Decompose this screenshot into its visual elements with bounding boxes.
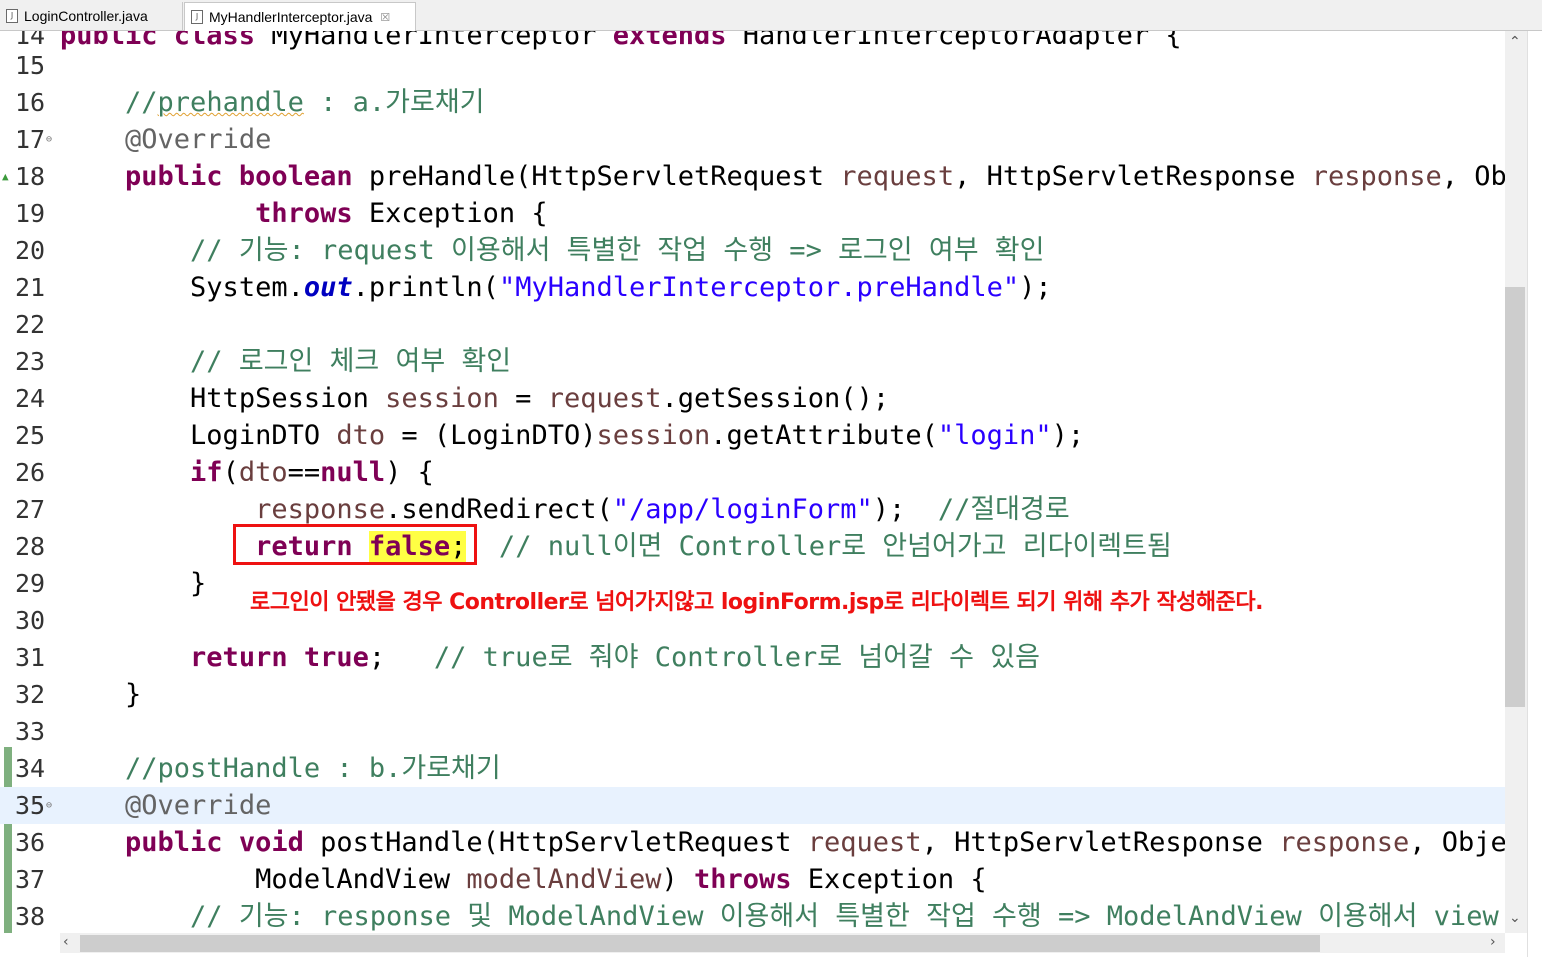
java-file-icon: J bbox=[6, 9, 18, 24]
code-line-24: 24 HttpSession session = request.getSess… bbox=[0, 380, 1505, 417]
fold-collapse-icon[interactable]: ⊖ bbox=[46, 787, 52, 824]
code-line-34: 34 //postHandle : b.가로채기 bbox=[0, 750, 1505, 787]
code-line-16: 16 //prehandle : a.가로채기 bbox=[0, 84, 1505, 121]
code-text: System.out.println("MyHandlerInterceptor… bbox=[190, 272, 1052, 303]
line-number: 37 bbox=[15, 865, 46, 894]
scroll-right-icon[interactable]: › bbox=[1490, 934, 1496, 950]
line-number: 30 bbox=[15, 606, 46, 635]
line-number: 36 bbox=[15, 828, 46, 857]
code-line-15: 15 bbox=[0, 47, 1505, 84]
code-text: public boolean preHandle(HttpServletRequ… bbox=[125, 161, 1505, 192]
line-number: 18 bbox=[15, 162, 46, 191]
code-line-38: 38 // 기능: response 및 ModelAndView 이용해서 특… bbox=[0, 898, 1505, 933]
tab-login-controller[interactable]: J LoginController.java bbox=[0, 2, 183, 30]
vertical-scroll-thumb[interactable] bbox=[1505, 287, 1525, 707]
code-text: LoginDTO dto = (LoginDTO)session.getAttr… bbox=[190, 420, 1085, 451]
code-annotation: @Override bbox=[125, 124, 272, 155]
editor-tab-bar: J LoginController.java J MyHandlerIntercep… bbox=[0, 0, 1542, 31]
code-text: ModelAndView modelAndView) throws Except… bbox=[255, 864, 987, 895]
code-editor[interactable]: 14 public class MyHandlerInterceptor ext… bbox=[0, 31, 1505, 933]
code-line-20: 20 // 기능: request 이용해서 특별한 작업 수행 => 로그인 … bbox=[0, 232, 1505, 269]
code-comment: // 기능: request 이용해서 특별한 작업 수행 => 로그인 여부 … bbox=[190, 235, 1045, 266]
scroll-up-icon[interactable]: ⌃ bbox=[1509, 34, 1521, 50]
line-number: 20 bbox=[15, 236, 46, 265]
code-line-37: 37 ModelAndView modelAndView) throws Exc… bbox=[0, 861, 1505, 898]
code-line-33: 33 bbox=[0, 713, 1505, 750]
line-number: 24 bbox=[15, 384, 46, 413]
line-number: 15 bbox=[15, 51, 46, 80]
code-line-18: ▲ 18 public boolean preHandle(HttpServle… bbox=[0, 158, 1505, 195]
code-comment: // 기능: response 및 ModelAndView 이용해서 특별한 … bbox=[190, 901, 1505, 932]
code-text: return false; // null이면 Controller로 안넘어가… bbox=[255, 531, 1172, 562]
code-line-23: 23 // 로그인 체크 여부 확인 bbox=[0, 343, 1505, 380]
java-file-icon: J bbox=[191, 10, 203, 25]
code-line-27: 27 response.sendRedirect("/app/loginForm… bbox=[0, 491, 1505, 528]
code-text: } bbox=[190, 568, 207, 599]
code-line-26: 26 if(dto==null) { bbox=[0, 454, 1505, 491]
code-line-22: 22 bbox=[0, 306, 1505, 343]
line-number: 19 bbox=[15, 199, 46, 228]
line-number: 34 bbox=[15, 754, 46, 783]
code-text: public void postHandle(HttpServletReques… bbox=[125, 827, 1505, 858]
code-text: HttpSession session = request.getSession… bbox=[190, 383, 890, 414]
code-line-21: 21 System.out.println("MyHandlerIntercep… bbox=[0, 269, 1505, 306]
line-number: 33 bbox=[15, 717, 46, 746]
highlight-box bbox=[233, 524, 477, 565]
line-number: 17 bbox=[15, 125, 46, 154]
code-text: } bbox=[125, 679, 142, 710]
code-text: return true; // true로 줘야 Controller로 넘어갈… bbox=[190, 642, 1040, 673]
line-number: 25 bbox=[15, 421, 46, 450]
code-comment: //prehandle : a.가로채기 bbox=[125, 87, 485, 118]
tab-label: LoginController.java bbox=[24, 8, 148, 24]
code-line-36: 36 public void postHandle(HttpServletReq… bbox=[0, 824, 1505, 861]
code-line-35-current: 35 ⊖ @Override bbox=[0, 787, 1505, 824]
tab-label: MyHandlerInterceptor.java bbox=[209, 9, 373, 25]
code-text: if(dto==null) { bbox=[190, 457, 434, 488]
annotation-note: 로그인이 안됐을 경우 Controller로 넘어가지않고 loginForm… bbox=[250, 590, 1264, 615]
line-number: 38 bbox=[15, 902, 46, 931]
code-line-31: 31 return true; // true로 줘야 Controller로 … bbox=[0, 639, 1505, 676]
line-number: 35 bbox=[15, 791, 46, 820]
line-number: 28 bbox=[15, 532, 46, 561]
fold-collapse-icon[interactable]: ⊖ bbox=[46, 121, 52, 158]
scroll-down-icon[interactable]: ⌄ bbox=[1509, 910, 1521, 926]
overview-ruler bbox=[1527, 31, 1542, 957]
code-line-19: 19 throws Exception { bbox=[0, 195, 1505, 232]
horizontal-scroll-thumb[interactable] bbox=[80, 935, 1320, 952]
line-number: 22 bbox=[15, 310, 46, 339]
scroll-left-icon[interactable]: ‹ bbox=[63, 934, 69, 950]
line-number: 31 bbox=[15, 643, 46, 672]
code-annotation: @Override bbox=[125, 790, 272, 821]
close-tab-icon[interactable]: ☒ bbox=[380, 4, 390, 32]
code-line-32: 32 } bbox=[0, 676, 1505, 713]
line-number: 16 bbox=[15, 88, 46, 117]
tab-my-handler-interceptor[interactable]: J MyHandlerInterceptor.java ☒ bbox=[184, 2, 416, 31]
override-marker-icon: ▲ bbox=[2, 170, 9, 183]
code-text: throws Exception { bbox=[255, 198, 548, 229]
code-line-25: 25 LoginDTO dto = (LoginDTO)session.getA… bbox=[0, 417, 1505, 454]
code-comment: // 로그인 체크 여부 확인 bbox=[190, 346, 512, 377]
code-text: response.sendRedirect("/app/loginForm");… bbox=[255, 494, 1070, 525]
line-number: 27 bbox=[15, 495, 46, 524]
line-number: 21 bbox=[15, 273, 46, 302]
code-line-17: 17 ⊖ @Override bbox=[0, 121, 1505, 158]
line-number: 29 bbox=[15, 569, 46, 598]
line-number: 32 bbox=[15, 680, 46, 709]
line-number: 26 bbox=[15, 458, 46, 487]
line-number: 23 bbox=[15, 347, 46, 376]
code-comment: //postHandle : b.가로채기 bbox=[125, 753, 501, 784]
code-line-28: 28 return false; // null이면 Controller로 안… bbox=[0, 528, 1505, 565]
